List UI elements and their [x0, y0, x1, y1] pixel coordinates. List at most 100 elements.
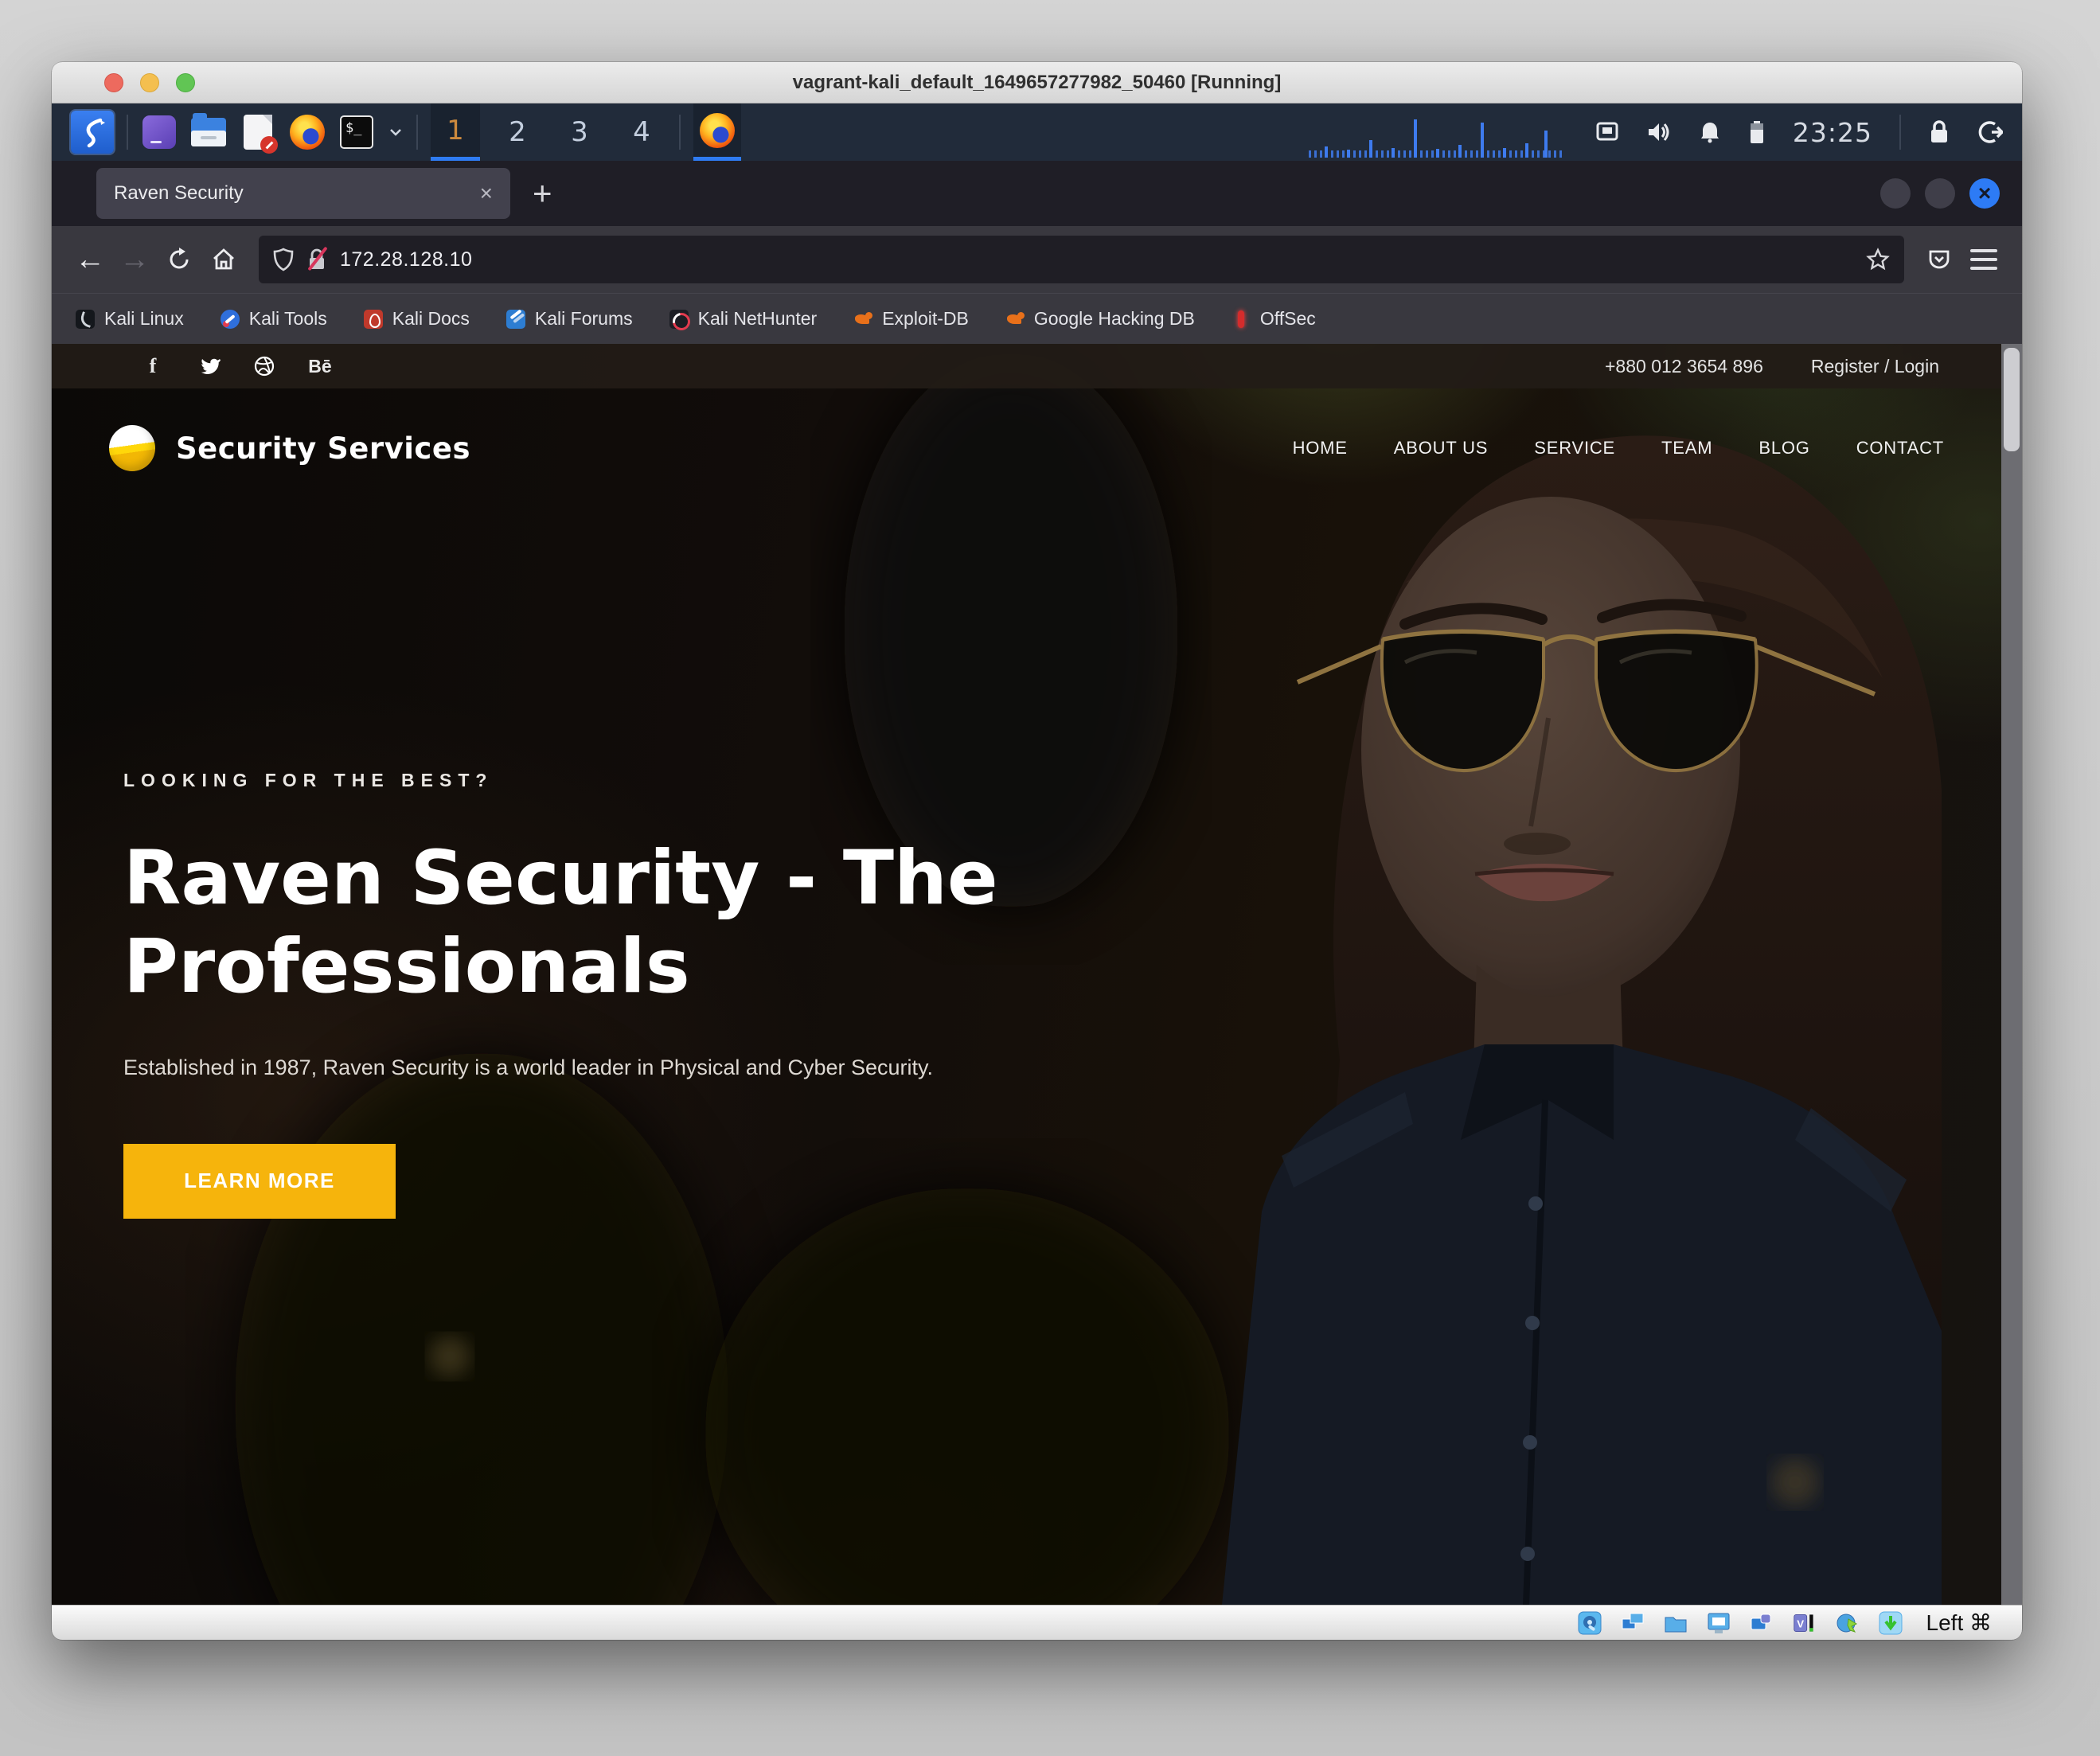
- hero-eyebrow: LOOKING FOR THE BEST?: [123, 770, 1286, 791]
- display-icon[interactable]: [1707, 1611, 1731, 1635]
- zoom-traffic-light[interactable]: [176, 73, 195, 92]
- register-login-link[interactable]: Register / Login: [1811, 356, 1939, 377]
- virtualization-chip-icon[interactable]: V: [1793, 1611, 1817, 1635]
- mouse-integration-icon[interactable]: [1836, 1611, 1860, 1635]
- panel-separator: [679, 115, 681, 150]
- vbox-status-bar: V Left ⌘: [52, 1605, 2022, 1640]
- tab-raven-security[interactable]: Raven Security ×: [96, 168, 510, 219]
- shared-folder-icon[interactable]: [1664, 1611, 1688, 1635]
- bookmark-kali-forums[interactable]: Kali Forums: [506, 308, 633, 330]
- app-launcher-icon[interactable]: [141, 114, 178, 150]
- page-viewport: f Bē +880 012 3654 896 Register / Login …: [52, 344, 2022, 1605]
- nav-blog[interactable]: BLOG: [1758, 438, 1809, 459]
- vm-window-title: vagrant-kali_default_1649657277982_50460…: [793, 72, 1282, 94]
- phone-number: +880 012 3654 896: [1605, 356, 1763, 377]
- bookmark-kali-linux[interactable]: Kali Linux: [76, 308, 184, 330]
- bookmark-label: Kali Forums: [535, 308, 633, 330]
- behance-icon[interactable]: Bē: [308, 356, 332, 377]
- url-input[interactable]: 172.28.128.10: [340, 248, 1853, 271]
- notification-bell-icon[interactable]: [1699, 120, 1721, 144]
- forward-button[interactable]: →: [112, 237, 157, 282]
- workspace-3[interactable]: 3: [555, 103, 604, 161]
- host-key-capture-icon[interactable]: [1879, 1611, 1903, 1635]
- nav-home[interactable]: HOME: [1293, 438, 1348, 459]
- bookmark-google-hacking-db[interactable]: Google Hacking DB: [1005, 308, 1195, 330]
- kali-linux-icon: [76, 310, 95, 329]
- nav-service[interactable]: SERVICE: [1534, 438, 1615, 459]
- kali-nethunter-icon: [669, 310, 689, 329]
- video-capture-icon[interactable]: [1750, 1611, 1774, 1635]
- bookmark-label: OffSec: [1260, 308, 1316, 330]
- battery-icon[interactable]: [1748, 119, 1766, 145]
- menu-hamburger-icon[interactable]: [1961, 237, 2006, 282]
- lock-screen-icon[interactable]: [1928, 119, 1950, 145]
- scrollbar-thumb[interactable]: [2004, 348, 2020, 451]
- vm-window: vagrant-kali_default_1649657277982_50460…: [52, 62, 2022, 1640]
- back-button[interactable]: ←: [68, 237, 112, 282]
- terminal-launcher-icon[interactable]: $_: [338, 114, 375, 150]
- bookmark-kali-tools[interactable]: Kali Tools: [221, 308, 327, 330]
- minimize-traffic-light[interactable]: [140, 73, 159, 92]
- bookmark-offsec[interactable]: OffSec: [1232, 308, 1316, 330]
- window-close-button[interactable]: ×: [1969, 178, 2000, 209]
- site-logo-icon[interactable]: [109, 425, 155, 471]
- text-editor-icon[interactable]: [240, 114, 276, 150]
- reload-button[interactable]: [157, 237, 201, 282]
- bookmark-label: Exploit-DB: [882, 308, 969, 330]
- site-header: Security Services HOME ABOUT US SERVICE …: [52, 388, 2001, 508]
- workspace-2[interactable]: 2: [493, 103, 542, 161]
- volume-icon[interactable]: [1646, 120, 1672, 144]
- bookmark-kali-docs[interactable]: Kali Docs: [364, 308, 470, 330]
- hero-subtitle: Established in 1987, Raven Security is a…: [123, 1056, 1286, 1080]
- firefox-tab-bar: Raven Security × + ×: [52, 161, 2022, 226]
- tracking-shield-icon[interactable]: [273, 248, 294, 271]
- chevron-down-icon[interactable]: [388, 124, 404, 140]
- firefox-running-task[interactable]: [693, 103, 741, 161]
- tab-close-icon[interactable]: ×: [480, 181, 493, 206]
- hero-title: Raven Security - The Professionals: [123, 835, 1238, 1012]
- kali-forums-icon: [506, 310, 525, 329]
- kali-tools-icon: [221, 310, 240, 329]
- workspace-4[interactable]: 4: [617, 103, 666, 161]
- nav-contact[interactable]: CONTACT: [1856, 438, 1944, 459]
- insecure-lock-icon[interactable]: [306, 248, 327, 271]
- firefox-launcher-icon[interactable]: [289, 114, 326, 150]
- bookmark-exploit-db[interactable]: Exploit-DB: [853, 308, 969, 330]
- twitter-icon[interactable]: [197, 356, 221, 377]
- panel-separator: [416, 115, 418, 150]
- window-minimize-button[interactable]: [1880, 178, 1911, 209]
- bookmark-label: Kali Docs: [392, 308, 470, 330]
- svg-text:V: V: [1797, 1617, 1804, 1629]
- learn-more-button[interactable]: LEARN MORE: [123, 1144, 396, 1219]
- panel-separator: [1899, 115, 1901, 150]
- nav-team[interactable]: TEAM: [1661, 438, 1712, 459]
- firefox-navbar: ← → 172.28.128.10: [52, 226, 2022, 293]
- facebook-icon[interactable]: f: [141, 354, 165, 378]
- google-hacking-db-icon: [1005, 310, 1025, 329]
- url-bar[interactable]: 172.28.128.10: [259, 236, 1904, 283]
- page-scrollbar[interactable]: [2001, 344, 2022, 1605]
- home-button[interactable]: [201, 237, 246, 282]
- tab-title: Raven Security: [114, 182, 480, 205]
- bookmark-star-icon[interactable]: [1866, 248, 1890, 271]
- bookmark-kali-nethunter[interactable]: Kali NetHunter: [669, 308, 818, 330]
- new-tab-button[interactable]: +: [533, 174, 552, 213]
- kali-dragon-icon: [76, 116, 108, 148]
- pocket-icon[interactable]: [1917, 237, 1961, 282]
- hard-disk-icon[interactable]: [1578, 1611, 1602, 1635]
- shared-clipboard-icon[interactable]: [1621, 1611, 1645, 1635]
- close-traffic-light[interactable]: [104, 73, 123, 92]
- clipboard-tray-icon[interactable]: [1595, 120, 1619, 144]
- bookmarks-bar: Kali Linux Kali Tools Kali Docs Kali For…: [52, 293, 2022, 344]
- workspace-1[interactable]: 1: [431, 103, 480, 161]
- bookmark-label: Kali Linux: [104, 308, 184, 330]
- file-manager-icon[interactable]: [190, 114, 227, 150]
- logout-icon[interactable]: [1977, 119, 2003, 145]
- nav-about-us[interactable]: ABOUT US: [1394, 438, 1488, 459]
- kali-menu-button[interactable]: [71, 111, 114, 154]
- panel-clock[interactable]: 23:25: [1793, 117, 1872, 148]
- exploit-db-icon: [853, 310, 872, 329]
- window-maximize-button[interactable]: [1925, 178, 1955, 209]
- dribbble-icon[interactable]: [252, 356, 276, 377]
- site-brand[interactable]: Security Services: [176, 431, 470, 466]
